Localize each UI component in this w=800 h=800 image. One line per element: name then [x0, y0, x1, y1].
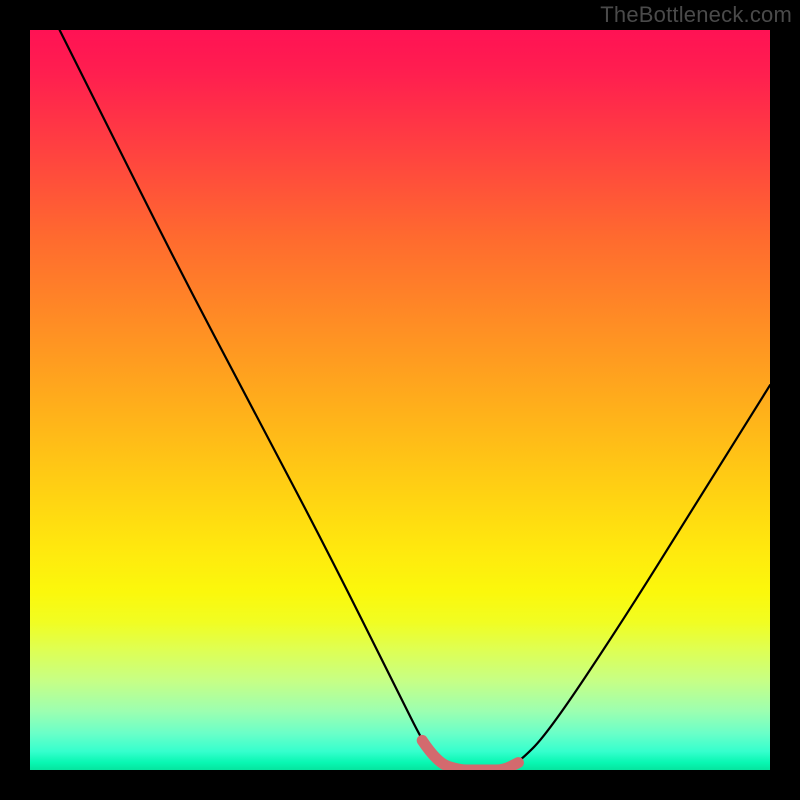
plot-area	[30, 30, 770, 770]
optimal-segment-path	[422, 740, 518, 770]
bottleneck-curve-path	[60, 30, 770, 770]
watermark-text: TheBottleneck.com	[600, 2, 792, 28]
curve-layer	[30, 30, 770, 770]
chart-frame: TheBottleneck.com	[0, 0, 800, 800]
